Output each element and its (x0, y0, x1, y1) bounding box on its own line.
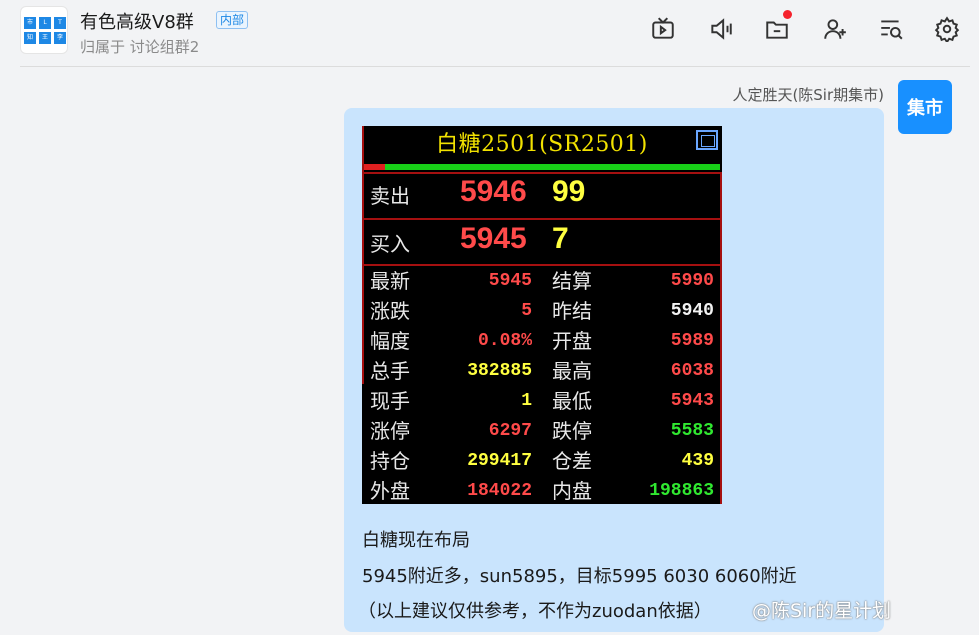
add-user-icon[interactable] (820, 14, 850, 44)
quote-stat-row: 总手 382885 最高 6038 (362, 356, 722, 386)
stat-label: 结算 (552, 269, 592, 293)
stat-label: 最新 (370, 269, 410, 293)
stat-value: 5945 (488, 271, 532, 291)
stat-value: 439 (681, 451, 714, 471)
search-list-icon[interactable] (876, 14, 906, 44)
quote-stat-row: 涨停 6297 跌停 5583 (362, 416, 722, 446)
avatar-cell: T (54, 17, 66, 29)
message-line: 5945附近多，sun5895，目标5995 6030 6060附近 (362, 566, 797, 587)
speaker-icon[interactable] (706, 14, 736, 44)
group-subtitle: 归属于 讨论组群2 (80, 38, 200, 56)
sell-label: 卖出 (370, 184, 410, 208)
avatar-cell: 李 (54, 32, 66, 44)
stat-value: 5583 (670, 421, 714, 441)
stat-value: 0.08% (477, 331, 532, 351)
group-avatar[interactable]: 市 L T 知 王 李 (20, 6, 68, 54)
tv-icon[interactable] (648, 14, 678, 44)
watermark: @陈Sir的星计划 (752, 600, 892, 622)
sender-avatar[interactable]: 集市 (898, 80, 952, 134)
sender-name[interactable]: 人定胜天(陈Sir期集市) (704, 84, 884, 105)
stat-label: 持仓 (370, 449, 410, 473)
divider (362, 218, 722, 220)
stat-label: 仓差 (552, 449, 592, 473)
buy-volume: 7 (552, 222, 569, 255)
quote-stat-row: 涨跌 5 昨结 5940 (362, 296, 722, 326)
maximize-icon (696, 130, 718, 150)
stat-value: 184022 (467, 481, 532, 501)
stat-label: 涨跌 (370, 299, 410, 323)
sell-price: 5946 (460, 175, 527, 208)
divider (362, 172, 722, 174)
stat-value: 6038 (670, 361, 714, 381)
stat-value: 382885 (467, 361, 532, 381)
avatar-cell: L (39, 17, 51, 29)
group-title[interactable]: 有色高级V8群 (80, 8, 194, 34)
stat-label: 最高 (552, 359, 592, 383)
buy-sell-ratio-bar (364, 164, 720, 170)
stat-value: 198863 (649, 481, 714, 501)
quote-stat-row: 现手 1 最低 5943 (362, 386, 722, 416)
quote-stat-row: 最新 5945 结算 5990 (362, 266, 722, 296)
stat-value: 5940 (670, 301, 714, 321)
folder-icon[interactable] (762, 10, 792, 44)
quote-image[interactable]: 白糖2501(SR2501) 卖出 5946 99 买入 5945 7 最新 59… (362, 126, 722, 504)
stat-label: 内盘 (552, 479, 592, 503)
quote-title: 白糖2501(SR2501) (436, 132, 648, 157)
stat-label: 跌停 (552, 419, 592, 443)
stat-label: 幅度 (370, 329, 410, 353)
stat-label: 总手 (370, 359, 410, 383)
stat-label: 涨停 (370, 419, 410, 443)
stat-label: 开盘 (552, 329, 592, 353)
avatar-cell: 市 (24, 17, 36, 29)
buy-label: 买入 (370, 232, 410, 256)
settings-icon[interactable] (932, 14, 962, 44)
stat-label: 昨结 (552, 299, 592, 323)
stat-label: 现手 (370, 389, 410, 413)
stat-value: 5990 (670, 271, 714, 291)
message-line: （以上建议仅供参考，不作为zuodan依据） (358, 601, 712, 622)
stat-value: 5989 (670, 331, 714, 351)
stat-value: 5 (521, 301, 532, 321)
stat-value: 299417 (467, 451, 532, 471)
chat-header: 市 L T 知 王 李 有色高级V8群 内部 归属于 讨论组群2 (0, 0, 979, 66)
stat-label: 外盘 (370, 479, 410, 503)
stat-value: 5943 (670, 391, 714, 411)
quote-stat-row: 幅度 0.08% 开盘 5989 (362, 326, 722, 356)
stat-value: 6297 (488, 421, 532, 441)
stat-value: 1 (521, 391, 532, 411)
buy-price: 5945 (460, 222, 527, 255)
sell-volume: 99 (552, 175, 586, 208)
internal-badge: 内部 (216, 11, 249, 29)
notification-dot (783, 10, 792, 19)
avatar-cell: 王 (39, 32, 51, 44)
message-line: 白糖现在布局 (362, 530, 470, 551)
stat-label: 最低 (552, 389, 592, 413)
quote-stat-row: 持仓 299417 仓差 439 (362, 446, 722, 476)
quote-stat-row: 外盘 184022 内盘 198863 (362, 476, 722, 506)
header-divider (20, 66, 970, 67)
avatar-cell: 知 (24, 32, 36, 44)
